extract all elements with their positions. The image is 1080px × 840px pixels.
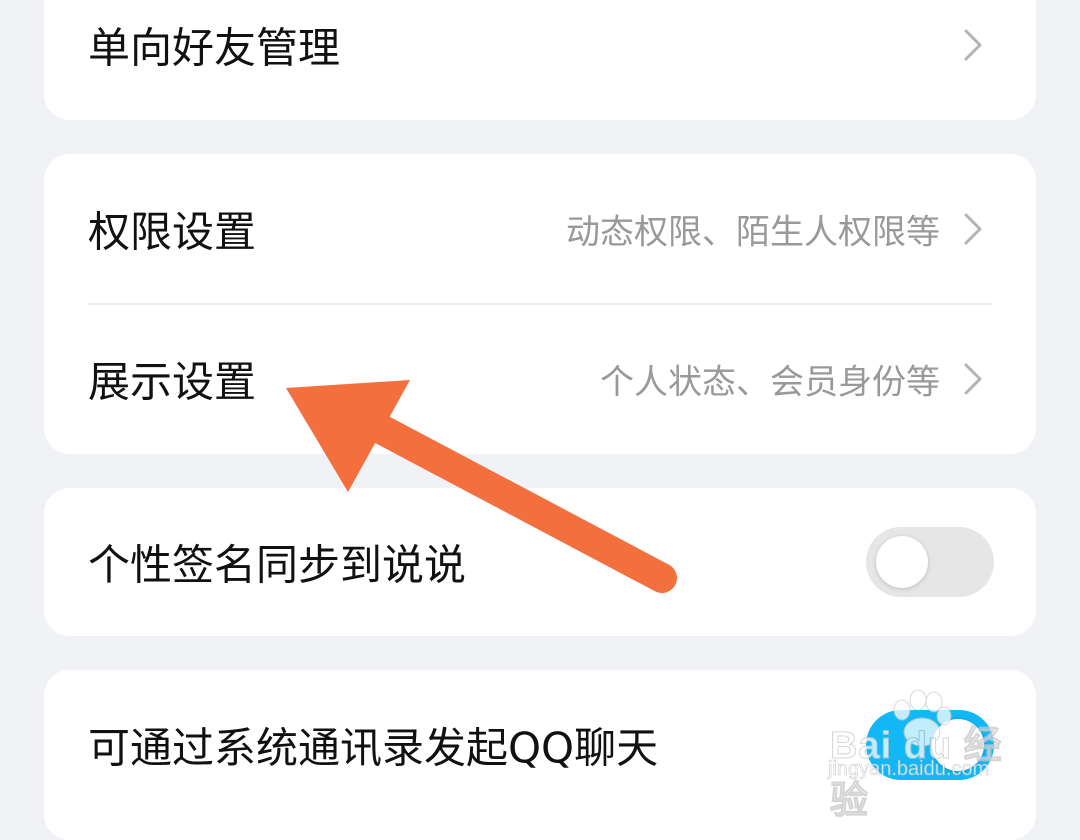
toggle-knob bbox=[876, 536, 928, 588]
settings-row-permissions[interactable]: 权限设置 动态权限、陌生人权限等 bbox=[44, 154, 1036, 304]
card-friend-management: 单向好友管理 bbox=[44, 0, 1036, 120]
settings-row-value: 个人状态、会员身份等 bbox=[600, 362, 940, 403]
toggle-knob bbox=[932, 719, 984, 771]
chevron-right-icon bbox=[964, 213, 982, 245]
settings-row-label: 展示设置 bbox=[88, 357, 257, 407]
settings-row-label: 权限设置 bbox=[88, 207, 257, 257]
card-contacts-chat: 可通过系统通讯录发起QQ聊天 bbox=[44, 670, 1036, 840]
chevron-right-icon bbox=[964, 363, 982, 395]
settings-row-label: 可通过系统通讯录发起QQ聊天 bbox=[88, 723, 659, 773]
card-signature-sync: 个性签名同步到说说 bbox=[44, 488, 1036, 636]
settings-row-contacts-chat: 可通过系统通讯录发起QQ聊天 bbox=[44, 670, 1036, 820]
contacts-chat-toggle[interactable] bbox=[866, 710, 994, 780]
card-privacy-settings: 权限设置 动态权限、陌生人权限等 展示设置 个人状态、会员身份等 bbox=[44, 154, 1036, 454]
settings-row-display[interactable]: 展示设置 个人状态、会员身份等 bbox=[44, 304, 1036, 454]
settings-row-value: 动态权限、陌生人权限等 bbox=[566, 212, 940, 253]
settings-row-label: 单向好友管理 bbox=[88, 23, 341, 73]
signature-sync-toggle[interactable] bbox=[866, 527, 994, 597]
settings-row-signature-sync: 个性签名同步到说说 bbox=[44, 488, 1036, 636]
settings-row-label: 个性签名同步到说说 bbox=[88, 540, 467, 590]
chevron-right-icon bbox=[964, 29, 982, 61]
settings-row-one-way-friends[interactable]: 单向好友管理 bbox=[44, 0, 1036, 120]
